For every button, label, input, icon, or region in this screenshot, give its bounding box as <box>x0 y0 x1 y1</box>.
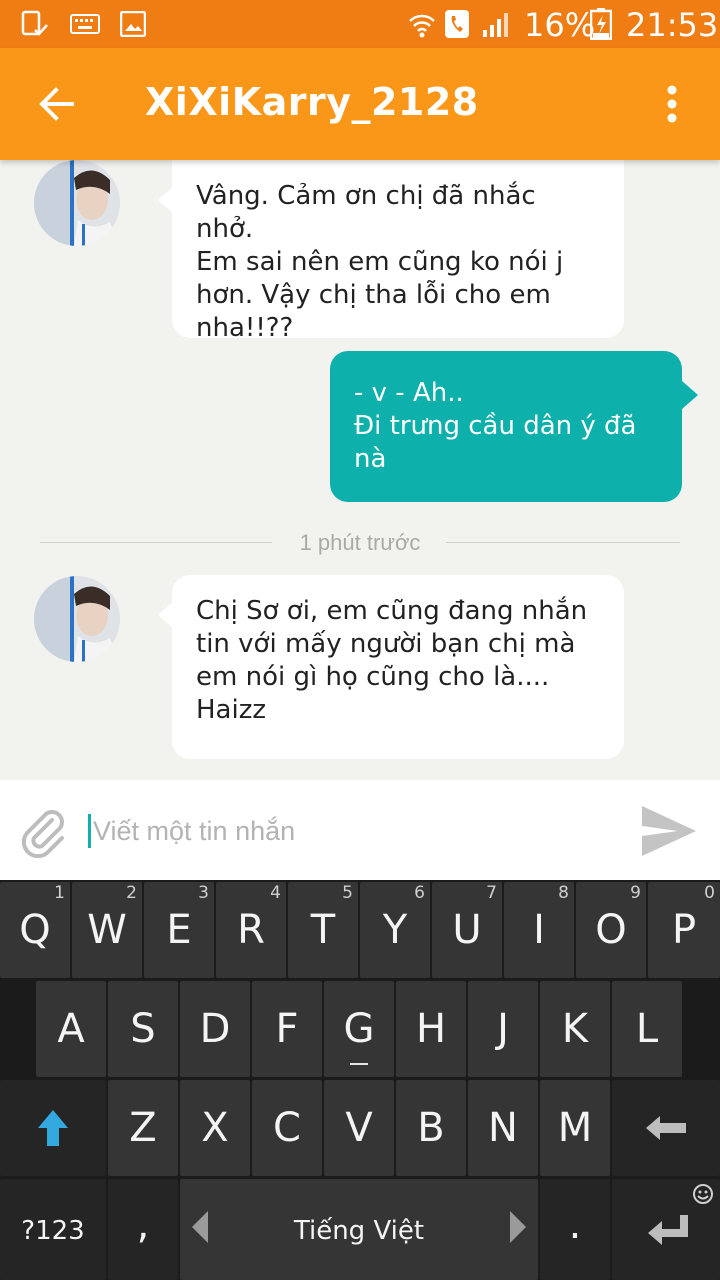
emoji-icon <box>693 1184 713 1204</box>
chevron-right-icon <box>510 1211 526 1243</box>
message-text: Vâng. Cảm ơn chị đã nhắc nhở. Em sai nên… <box>196 181 564 343</box>
key-r[interactable]: 4R <box>216 882 286 978</box>
comma-key[interactable]: , <box>108 1179 178 1280</box>
symbols-key[interactable]: ?123 <box>0 1179 106 1280</box>
incoming-message-bubble[interactable]: Vâng. Cảm ơn chị đã nhắc nhở. Em sai nên… <box>158 160 624 343</box>
backspace-arrow-icon <box>646 1116 686 1140</box>
key-z[interactable]: Z <box>108 1080 178 1176</box>
key-n[interactable]: N <box>468 1080 538 1176</box>
key-l[interactable]: L <box>612 981 682 1077</box>
send-icon[interactable] <box>640 804 698 858</box>
keyboard-notification-icon <box>70 14 100 34</box>
period-key[interactable]: . <box>540 1179 610 1280</box>
key-c[interactable]: C <box>252 1080 322 1176</box>
gallery-notification-icon <box>120 11 146 37</box>
key-x[interactable]: X <box>180 1080 250 1176</box>
key-k[interactable]: K <box>540 981 610 1077</box>
more-options-icon[interactable] <box>658 84 686 124</box>
attachment-clip-icon[interactable] <box>18 806 70 858</box>
conversation-title: XiXiKarry_2128 <box>145 80 479 124</box>
key-o[interactable]: 9O <box>576 882 646 978</box>
message-text: - v - Ah.. Đi trưng cầu dân ý đã nà <box>354 378 637 474</box>
backspace-key[interactable] <box>612 1080 720 1176</box>
app-bar: XiXiKarry_2128 <box>0 48 720 160</box>
message-composer: Viết một tin nhắn <box>0 780 720 880</box>
screenshot-notification-icon <box>21 10 48 36</box>
key-g-marker <box>350 1063 368 1065</box>
key-t[interactable]: 5T <box>288 882 358 978</box>
contact-avatar[interactable] <box>34 160 120 246</box>
key-s[interactable]: S <box>108 981 178 1077</box>
status-bar: 16% 21:53 <box>0 0 720 48</box>
back-arrow-icon[interactable] <box>36 84 76 124</box>
key-d[interactable]: D <box>180 981 250 1077</box>
key-u[interactable]: 7U <box>432 882 502 978</box>
key-y[interactable]: 6Y <box>360 882 430 978</box>
language-label: Tiếng Việt <box>293 1216 425 1246</box>
shift-arrow-icon <box>38 1110 68 1146</box>
key-p[interactable]: 0P <box>648 882 720 978</box>
time-divider: 1 phút trước <box>40 530 680 555</box>
key-g[interactable]: G <box>324 981 394 1077</box>
time-divider-label: 1 phút trước <box>299 530 421 555</box>
key-j[interactable]: J <box>468 981 538 1077</box>
signal-icon <box>483 13 508 37</box>
status-clock: 21:53 <box>626 6 719 44</box>
soft-keyboard: 1Q 2W 3E 4R 5T 6Y 7U 8I 9O 0P A S D F G … <box>0 880 720 1280</box>
space-key[interactable]: Tiếng Việt <box>180 1179 538 1280</box>
key-w[interactable]: 2W <box>72 882 142 978</box>
avatar-image <box>34 576 120 662</box>
contact-avatar[interactable] <box>34 576 120 662</box>
enter-key[interactable] <box>612 1179 720 1280</box>
key-v[interactable]: V <box>324 1080 394 1176</box>
avatar-image <box>34 160 120 246</box>
outgoing-message-bubble[interactable]: - v - Ah.. Đi trưng cầu dân ý đã nà <box>330 351 698 502</box>
call-icon <box>445 10 469 38</box>
key-b[interactable]: B <box>396 1080 466 1176</box>
key-m[interactable]: M <box>540 1080 610 1176</box>
message-list[interactable]: Vâng. Cảm ơn chị đã nhắc nhở. Em sai nên… <box>0 160 720 780</box>
key-a[interactable]: A <box>36 981 106 1077</box>
key-e[interactable]: 3E <box>144 882 214 978</box>
battery-charging-icon <box>590 8 612 40</box>
key-f[interactable]: F <box>252 981 322 1077</box>
key-i[interactable]: 8I <box>504 882 574 978</box>
enter-arrow-icon <box>648 1215 688 1245</box>
shift-key[interactable] <box>0 1080 106 1176</box>
key-h[interactable]: H <box>396 981 466 1077</box>
wifi-icon <box>409 14 435 38</box>
message-text: Chị Sơ ơi, em cũng đang nhắn tin với mấy… <box>196 596 588 725</box>
battery-percent: 16% <box>524 6 596 44</box>
incoming-message-bubble[interactable]: Chị Sơ ơi, em cũng đang nhắn tin với mấy… <box>158 575 624 759</box>
message-input[interactable]: Viết một tin nhắn <box>88 814 295 848</box>
key-q[interactable]: 1Q <box>0 882 70 978</box>
